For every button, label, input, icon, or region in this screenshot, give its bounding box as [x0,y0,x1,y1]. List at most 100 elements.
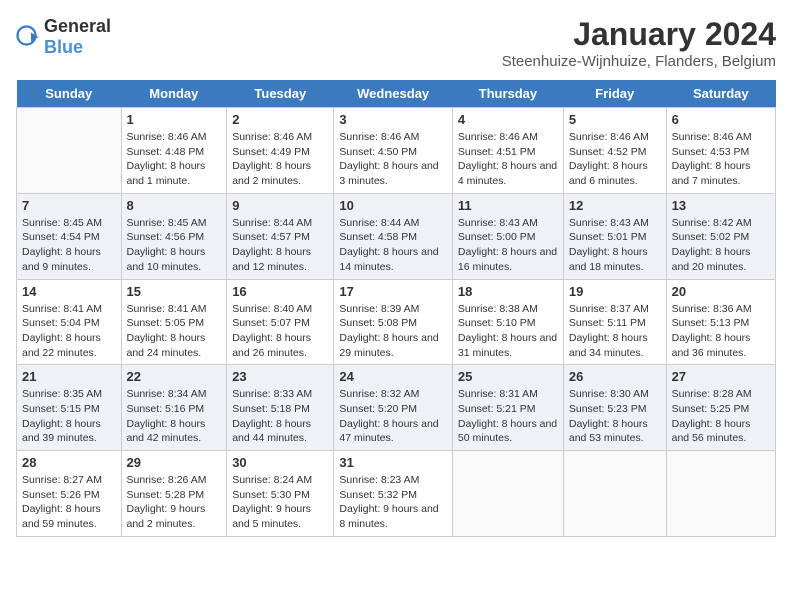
calendar-cell: 29 Sunrise: 8:26 AMSunset: 5:28 PMDayligh… [121,451,227,537]
day-number: 26 [569,369,661,384]
page-title: January 2024 [502,16,776,53]
cell-details: Sunrise: 8:26 AMSunset: 5:28 PMDaylight:… [127,473,222,532]
day-number: 1 [127,112,222,127]
day-header-friday: Friday [563,80,666,108]
calendar-cell: 21Sunrise: 8:35 AMSunset: 5:15 PMDayligh… [17,365,122,451]
cell-details: Sunrise: 8:39 AMSunset: 5:08 PMDaylight:… [339,302,447,361]
calendar-week-row: 1Sunrise: 8:46 AMSunset: 4:48 PMDaylight… [17,108,776,194]
day-number: 23 [232,369,328,384]
calendar-cell [563,451,666,537]
cell-details: Sunrise: 8:28 AMSunset: 5:25 PMDaylight:… [672,387,770,446]
page-header: General Blue January 2024 Steenhuize-Wij… [16,16,776,70]
day-header-thursday: Thursday [452,80,563,108]
cell-details: Sunrise: 8:46 AMSunset: 4:52 PMDaylight:… [569,130,661,189]
cell-details: Sunrise: 8:45 AMSunset: 4:56 PMDaylight:… [127,216,222,275]
cell-details: Sunrise: 8:46 AMSunset: 4:50 PMDaylight:… [339,130,447,189]
cell-details: Sunrise: 8:31 AMSunset: 5:21 PMDaylight:… [458,387,558,446]
calendar-cell: 1Sunrise: 8:46 AMSunset: 4:48 PMDaylight… [121,108,227,194]
calendar-cell: 15 Sunrise: 8:41 AMSunset: 5:05 PMDayligh… [121,279,227,365]
day-number: 2 [232,112,328,127]
cell-details: Sunrise: 8:30 AMSunset: 5:23 PMDaylight:… [569,387,661,446]
days-header-row: SundayMondayTuesdayWednesdayThursdayFrid… [17,80,776,108]
day-number: 27 [672,369,770,384]
calendar-week-row: 14 Sunrise: 8:41 AMSunset: 5:04 PMDayligh… [17,279,776,365]
day-number: 30 [232,455,328,470]
day-number: 28 [22,455,116,470]
logo-icon [16,25,40,49]
cell-details: Sunrise: 8:41 AMSunset: 5:05 PMDaylight:… [127,302,222,361]
cell-details: Sunrise: 8:46 AMSunset: 4:49 PMDaylight:… [232,130,328,189]
day-number: 17 [339,284,447,299]
cell-details: Sunrise: 8:23 AMSunset: 5:32 PMDaylight:… [339,473,447,532]
calendar-cell [17,108,122,194]
calendar-cell: 22 Sunrise: 8:34 AMSunset: 5:16 PMDayligh… [121,365,227,451]
day-number: 18 [458,284,558,299]
day-number: 15 [127,284,222,299]
calendar-cell: 7Sunrise: 8:45 AMSunset: 4:54 PMDaylight… [17,193,122,279]
calendar-cell: 27 Sunrise: 8:28 AMSunset: 5:25 PMDayligh… [666,365,775,451]
cell-details: Sunrise: 8:37 AMSunset: 5:11 PMDaylight:… [569,302,661,361]
day-number: 21 [22,369,116,384]
day-number: 8 [127,198,222,213]
calendar-cell: 5 Sunrise: 8:46 AMSunset: 4:52 PMDaylight… [563,108,666,194]
cell-details: Sunrise: 8:46 AMSunset: 4:51 PMDaylight:… [458,130,558,189]
day-number: 7 [22,198,116,213]
day-header-monday: Monday [121,80,227,108]
calendar-cell: 19 Sunrise: 8:37 AMSunset: 5:11 PMDayligh… [563,279,666,365]
cell-details: Sunrise: 8:24 AMSunset: 5:30 PMDaylight:… [232,473,328,532]
day-number: 20 [672,284,770,299]
day-header-tuesday: Tuesday [227,80,334,108]
day-header-wednesday: Wednesday [334,80,453,108]
calendar-cell: 31 Sunrise: 8:23 AMSunset: 5:32 PMDayligh… [334,451,453,537]
calendar-cell: 13 Sunrise: 8:42 AMSunset: 5:02 PMDayligh… [666,193,775,279]
day-number: 4 [458,112,558,127]
calendar-cell: 8 Sunrise: 8:45 AMSunset: 4:56 PMDaylight… [121,193,227,279]
calendar-week-row: 21Sunrise: 8:35 AMSunset: 5:15 PMDayligh… [17,365,776,451]
calendar-cell: 12Sunrise: 8:43 AMSunset: 5:01 PMDayligh… [563,193,666,279]
day-number: 13 [672,198,770,213]
cell-details: Sunrise: 8:41 AMSunset: 5:04 PMDaylight:… [22,302,116,361]
calendar-cell: 20 Sunrise: 8:36 AMSunset: 5:13 PMDayligh… [666,279,775,365]
cell-details: Sunrise: 8:38 AMSunset: 5:10 PMDaylight:… [458,302,558,361]
cell-details: Sunrise: 8:42 AMSunset: 5:02 PMDaylight:… [672,216,770,275]
cell-details: Sunrise: 8:43 AMSunset: 5:01 PMDaylight:… [569,216,661,275]
cell-details: Sunrise: 8:34 AMSunset: 5:16 PMDaylight:… [127,387,222,446]
calendar-cell: 23 Sunrise: 8:33 AMSunset: 5:18 PMDayligh… [227,365,334,451]
calendar-cell [666,451,775,537]
day-number: 6 [672,112,770,127]
calendar-cell: 9 Sunrise: 8:44 AMSunset: 4:57 PMDaylight… [227,193,334,279]
calendar-cell: 4 Sunrise: 8:46 AMSunset: 4:51 PMDaylight… [452,108,563,194]
day-number: 24 [339,369,447,384]
page-subtitle: Steenhuize-Wijnhuize, Flanders, Belgium [502,53,776,70]
day-number: 16 [232,284,328,299]
calendar-cell: 6Sunrise: 8:46 AMSunset: 4:53 PMDaylight… [666,108,775,194]
day-number: 11 [458,198,558,213]
calendar-cell: 11Sunrise: 8:43 AMSunset: 5:00 PMDayligh… [452,193,563,279]
day-number: 9 [232,198,328,213]
day-number: 5 [569,112,661,127]
logo: General Blue [16,16,111,58]
day-header-sunday: Sunday [17,80,122,108]
day-number: 29 [127,455,222,470]
day-number: 31 [339,455,447,470]
calendar-week-row: 28Sunrise: 8:27 AMSunset: 5:26 PMDayligh… [17,451,776,537]
day-number: 10 [339,198,447,213]
logo-general-text: General [44,16,111,36]
cell-details: Sunrise: 8:36 AMSunset: 5:13 PMDaylight:… [672,302,770,361]
calendar-cell: 3Sunrise: 8:46 AMSunset: 4:50 PMDaylight… [334,108,453,194]
day-number: 19 [569,284,661,299]
calendar-cell: 28Sunrise: 8:27 AMSunset: 5:26 PMDayligh… [17,451,122,537]
day-header-saturday: Saturday [666,80,775,108]
calendar-table: SundayMondayTuesdayWednesdayThursdayFrid… [16,80,776,537]
calendar-cell: 10 Sunrise: 8:44 AMSunset: 4:58 PMDayligh… [334,193,453,279]
title-area: January 2024 Steenhuize-Wijnhuize, Fland… [502,16,776,70]
calendar-cell: 24Sunrise: 8:32 AMSunset: 5:20 PMDayligh… [334,365,453,451]
cell-details: Sunrise: 8:44 AMSunset: 4:57 PMDaylight:… [232,216,328,275]
cell-details: Sunrise: 8:44 AMSunset: 4:58 PMDaylight:… [339,216,447,275]
calendar-cell: 25Sunrise: 8:31 AMSunset: 5:21 PMDayligh… [452,365,563,451]
calendar-cell: 2 Sunrise: 8:46 AMSunset: 4:49 PMDaylight… [227,108,334,194]
cell-details: Sunrise: 8:33 AMSunset: 5:18 PMDaylight:… [232,387,328,446]
day-number: 14 [22,284,116,299]
calendar-cell: 17 Sunrise: 8:39 AMSunset: 5:08 PMDayligh… [334,279,453,365]
day-number: 22 [127,369,222,384]
